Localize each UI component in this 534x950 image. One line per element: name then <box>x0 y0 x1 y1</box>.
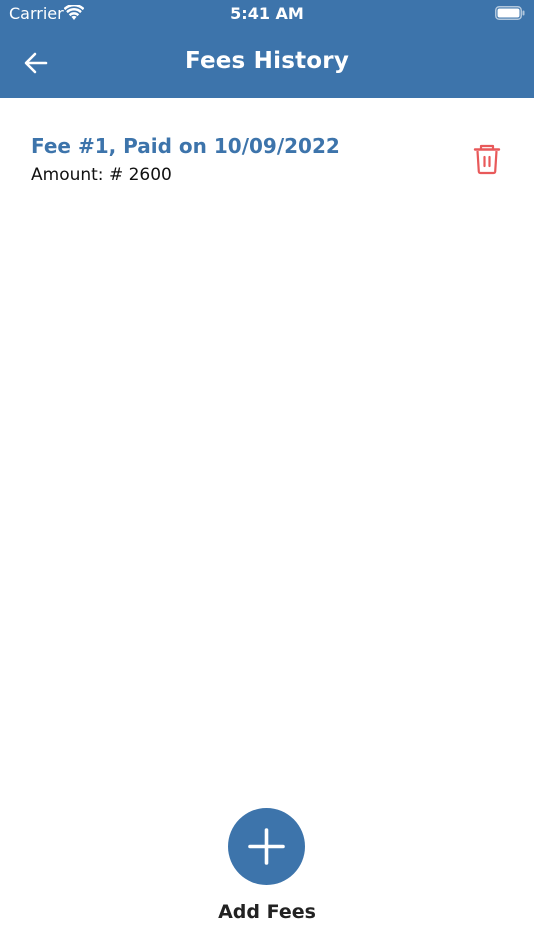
fee-title: Fee #1, Paid on 10/09/2022 <box>31 134 340 158</box>
plus-icon <box>248 828 285 865</box>
app-header: Carrier 5:41 AM Fees History <box>0 0 534 98</box>
trash-icon[interactable] <box>470 142 504 176</box>
add-fees-label[interactable]: Add Fees <box>0 901 534 923</box>
list-item: Fee #1, Paid on 10/09/2022 Amount: # 260… <box>0 130 534 192</box>
page-title: Fees History <box>184 48 350 74</box>
fee-amount: Amount: # 2600 <box>31 165 172 185</box>
add-fees-button[interactable] <box>228 808 305 885</box>
status-bar: Carrier 5:41 AM <box>0 0 534 28</box>
nav-bar: Fees History <box>0 36 534 88</box>
status-time: 5:41 AM <box>230 4 304 23</box>
fee-amount-value: # 2600 <box>108 165 172 185</box>
fee-amount-label: Amount: <box>31 165 104 185</box>
battery-icon <box>495 6 525 20</box>
